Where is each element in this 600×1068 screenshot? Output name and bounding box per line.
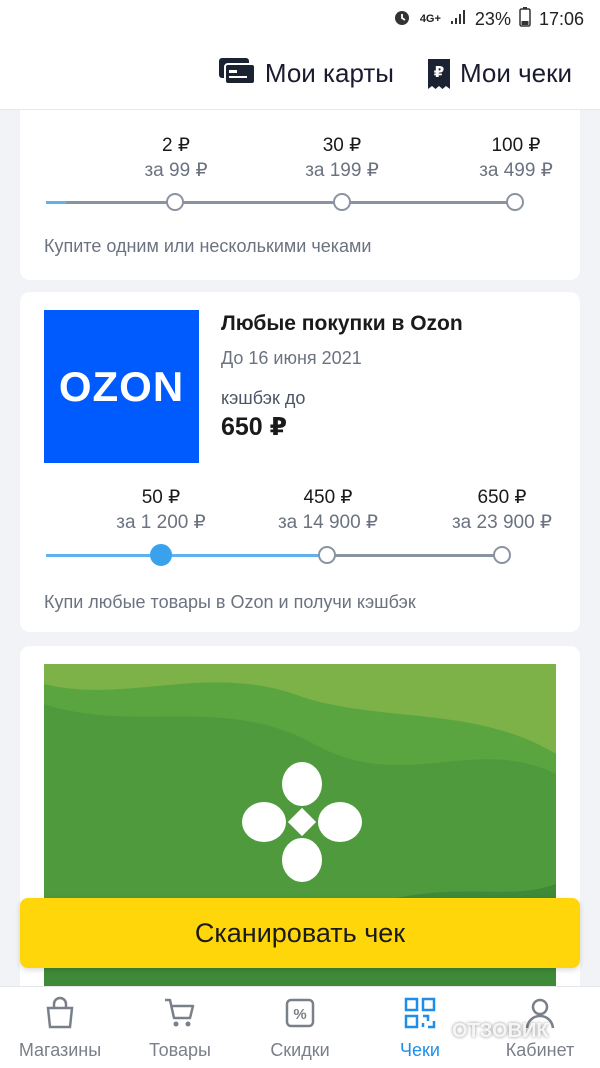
- nav-item-products[interactable]: Товары: [120, 995, 240, 1061]
- tier-1: 50 ₽ за 1 200 ₽: [91, 486, 231, 534]
- discount-icon: %: [282, 995, 318, 1036]
- tier-amount: 100 ₽: [491, 135, 541, 156]
- top-bar: Мои карты ₽ Мои чеки: [0, 38, 600, 110]
- progress-track-filled: [46, 554, 329, 557]
- tier-1: 2 ₽ за 99 ₽: [106, 134, 246, 182]
- cashback-offer-card[interactable]: 2 ₽ за 99 ₽ 30 ₽ за 199 ₽ 100 ₽ за 499 ₽…: [20, 110, 580, 280]
- tier-condition: за 1 200 ₽: [116, 512, 206, 533]
- alarm-icon: [392, 7, 412, 32]
- cards-icon: [218, 56, 256, 91]
- ozon-logo-text: OZON: [58, 362, 185, 410]
- progress-node: [318, 546, 336, 564]
- signal-icon: [449, 8, 467, 31]
- tier-condition: за 14 900 ₽: [277, 512, 379, 533]
- nav-item-discounts[interactable]: % Скидки: [240, 995, 360, 1061]
- watermark-text: ОТЗОВИК: [452, 1020, 549, 1042]
- my-receipts-label: Мои чеки: [459, 58, 572, 88]
- qr-code-icon: [402, 995, 438, 1036]
- tier-condition: за 99 ₽: [144, 160, 208, 181]
- ozon-offer-card[interactable]: OZON Любые покупки в Ozon До 16 июня 202…: [20, 292, 580, 632]
- offer-hint: Купите одним или несколькими чеками: [44, 236, 372, 256]
- tier-condition: за 199 ₽: [305, 160, 379, 181]
- my-cards-button[interactable]: Мои карты: [218, 56, 394, 91]
- my-receipts-button[interactable]: ₽ Мои чеки: [427, 58, 572, 89]
- watermark: ОТЗОВИК: [452, 1020, 549, 1043]
- tier-condition: за 499 ₽: [479, 160, 553, 181]
- offer-hint: Купи любые товары в Ozon и получи кэшбэк: [44, 592, 416, 612]
- progress-node: [333, 193, 351, 211]
- cart-icon: [162, 995, 198, 1036]
- tier-2: 450 ₽ за 14 900 ₽: [258, 486, 398, 534]
- svg-text:%: %: [293, 1006, 306, 1023]
- scan-receipt-label: Сканировать чек: [194, 917, 406, 948]
- shopping-bag-icon: [42, 995, 78, 1036]
- tier-condition: за 23 900 ₽: [451, 512, 553, 533]
- receipt-icon-glyph: ₽: [433, 63, 445, 81]
- progress-track-filled: [46, 201, 66, 204]
- cashback-label: кэшбэк до: [221, 388, 306, 408]
- promo-banner-card[interactable]: [20, 646, 580, 1026]
- tier-3: 650 ₽ за 23 900 ₽: [432, 486, 572, 534]
- progress-node: [166, 193, 184, 211]
- progress-node: [493, 546, 511, 564]
- nav-label: Товары: [149, 1039, 211, 1060]
- tier-amount: 650 ₽: [477, 487, 527, 508]
- scan-receipt-button[interactable]: Сканировать чек: [20, 898, 580, 968]
- tier-2: 30 ₽ за 199 ₽: [272, 134, 412, 182]
- tier-amount: 30 ₽: [322, 135, 362, 156]
- progress-node: [506, 193, 524, 211]
- status-bar: 4G+ 23% 17:06: [0, 0, 600, 38]
- nav-item-shops[interactable]: Магазины: [0, 995, 120, 1061]
- receipt-icon: ₽: [427, 58, 450, 89]
- cashback-value: 650 ₽: [221, 413, 288, 441]
- nav-label: Чеки: [400, 1039, 440, 1060]
- network-type: 4G+: [419, 13, 441, 25]
- tier-amount: 450 ₽: [303, 487, 353, 508]
- ozon-logo: OZON: [44, 310, 199, 463]
- clock: 17:06: [538, 8, 584, 29]
- nav-label: Скидки: [270, 1039, 330, 1060]
- tier-3: 100 ₽ за 499 ₽: [446, 134, 586, 182]
- nav-label: Магазины: [18, 1039, 102, 1060]
- tier-amount: 2 ₽: [162, 135, 190, 156]
- progress-track: [329, 554, 502, 557]
- progress-track: [66, 201, 516, 204]
- battery-icon: [519, 6, 531, 32]
- offer-title: Любые покупки в Ozon: [221, 312, 463, 335]
- my-cards-label: Мои карты: [264, 58, 394, 88]
- battery-percent: 23%: [474, 8, 511, 29]
- tier-amount: 50 ₽: [141, 487, 181, 508]
- offer-date: До 16 июня 2021: [221, 348, 362, 368]
- progress-node-reached: [150, 544, 172, 566]
